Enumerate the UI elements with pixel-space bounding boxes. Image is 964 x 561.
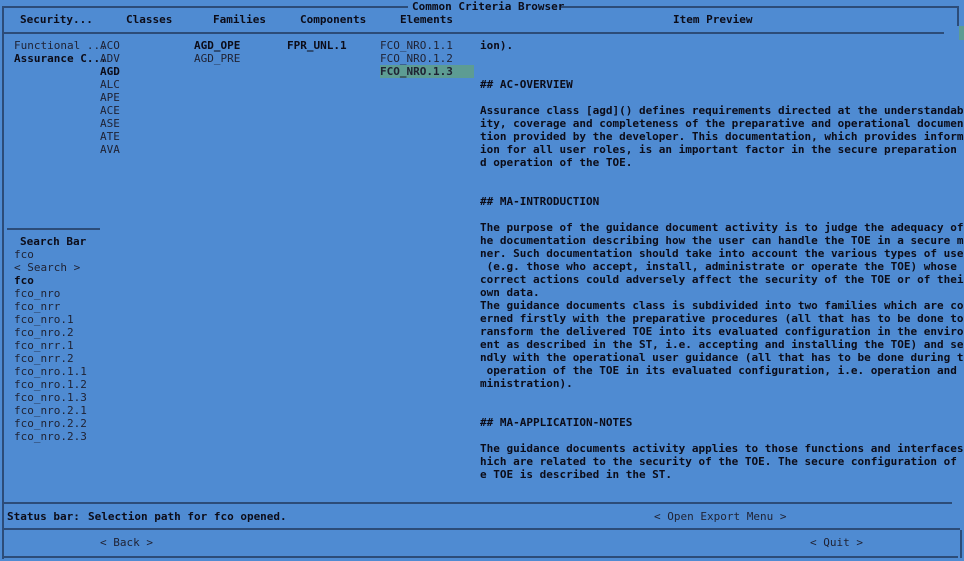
preview-line: The purpose of the guidance document act… [480,221,964,234]
search-result-item[interactable]: fco_nro.2.3 [14,430,87,443]
header-security[interactable]: Security... [20,13,93,26]
preview-line [480,208,964,221]
search-button[interactable]: < Search > [14,261,80,274]
preview-line: he documentation describing how the user… [480,234,964,247]
preview-line [480,65,964,78]
frame-right-border-bottom [960,530,962,558]
preview-line [480,182,964,195]
search-title: Search Bar [20,235,87,248]
preview-line: The guidance documents activity applies … [480,442,964,455]
security-list: Functional ... Assurance C... [14,39,107,65]
class-item[interactable]: ACE [100,104,120,117]
preview-line: (e.g. those who accept, install, adminis… [480,260,964,273]
preview-line: erned firstly with the preparative proce… [480,312,964,325]
item-preview-text: ion). ## AC-OVERVIEW Assurance class [agd]… [480,39,964,481]
preview-line: ndly with the operational user guidance … [480,351,964,364]
search-result-item[interactable]: fco_nro [14,287,87,300]
preview-line: d operation of the TOE. [480,156,633,169]
class-item[interactable]: AGD [100,65,120,78]
preview-line [480,429,964,442]
security-item[interactable]: Assurance C... [14,52,107,65]
preview-line: ion for all user roles, is an important … [480,143,964,156]
preview-line [480,91,964,104]
frame-bottom-border [2,556,958,558]
families-list: AGD_OPE AGD_PRE [194,39,240,65]
search-result-item[interactable]: fco_nro.2.2 [14,417,87,430]
search-result-item[interactable]: fco_nrr.1 [14,339,87,352]
element-item[interactable]: FCO_NRO.1.1 [380,39,474,52]
preview-line [480,403,964,416]
search-divider [7,228,100,230]
search-input[interactable]: fco [14,248,34,261]
security-item[interactable]: Functional ... [14,39,107,52]
classes-list: ACO ADV AGD ALC APE ACE ASE ATE AVA [100,39,120,156]
preview-line: e TOE is described in the ST. [480,468,673,481]
preview-line: ity, coverage and completeness of the pr… [480,117,964,130]
frame-top-border-left [2,6,408,8]
preview-heading: ## MA-APPLICATION-NOTES [480,416,633,429]
class-item[interactable]: ASE [100,117,120,130]
back-button[interactable]: < Back > [100,536,153,549]
quit-button[interactable]: < Quit > [810,536,863,549]
class-item[interactable]: ATE [100,130,120,143]
search-result-item[interactable]: fco_nro.1 [14,313,87,326]
preview-line: ministration). [480,377,573,390]
search-result-item[interactable]: fco [14,274,87,287]
frame-left-border [2,6,4,559]
family-item[interactable]: AGD_PRE [194,52,240,65]
header-divider [4,32,944,34]
search-results-list: fco fco_nro fco_nrr fco_nro.1 fco_nro.2 fco_n… [14,274,87,443]
preview-line: operation of the TOE in its evaluated co… [480,364,964,377]
search-result-item[interactable]: fco_nro.2.1 [14,404,87,417]
status-message: Selection path for fco opened. [88,510,287,523]
status-divider-top [4,502,952,504]
preview-line [480,52,964,65]
preview-line: own data. [480,286,540,299]
component-item[interactable]: FPR_UNL.1 [287,39,347,52]
preview-scrollbar[interactable] [959,26,964,40]
status-divider-bottom [4,528,960,530]
preview-line: correct actions could adversely affect t… [480,273,964,286]
status-label: Status bar: [7,510,80,523]
search-result-item[interactable]: fco_nro.1.2 [14,378,87,391]
open-export-menu-button[interactable]: < Open Export Menu > [654,510,786,523]
class-item[interactable]: ADV [100,52,120,65]
element-item[interactable]: FCO_NRO.1.2 [380,52,474,65]
preview-line: ion). [480,39,514,52]
preview-line: tion provided by the developer. This doc… [480,130,964,143]
search-result-item[interactable]: fco_nro.1.3 [14,391,87,404]
frame-top-border-right [561,6,958,8]
components-list: FPR_UNL.1 [287,39,347,52]
header-elements[interactable]: Elements [400,13,453,26]
header-preview: Item Preview [673,13,753,26]
header-components[interactable]: Components [300,13,366,26]
preview-line [480,169,964,182]
preview-line: hich are related to the security of the … [480,455,964,468]
preview-line: The guidance documents class is subdivid… [480,299,964,312]
preview-heading: ## MA-INTRODUCTION [480,195,600,208]
search-result-item[interactable]: fco_nrr [14,300,87,313]
search-result-item[interactable]: fco_nro.1.1 [14,365,87,378]
elements-list: FCO_NRO.1.1 FCO_NRO.1.2 FCO_NRO.1.3 [380,39,474,78]
header-families[interactable]: Families [213,13,266,26]
preview-line: ransform the delivered TOE into its eval… [480,325,964,338]
preview-heading: ## AC-OVERVIEW [480,78,573,91]
class-item[interactable]: ACO [100,39,120,52]
search-result-item[interactable]: fco_nro.2 [14,326,87,339]
preview-line: ent as described in the ST, i.e. accepti… [480,338,964,351]
preview-line: Assurance class [agd]() defines requirem… [480,104,964,117]
class-item[interactable]: ALC [100,78,120,91]
preview-line [480,390,964,403]
frame-right-border [957,6,959,26]
search-result-item[interactable]: fco_nrr.2 [14,352,87,365]
element-item[interactable]: FCO_NRO.1.3 [380,65,474,78]
class-item[interactable]: APE [100,91,120,104]
preview-line: ner. Such documentation should take into… [480,247,964,260]
window-title: Common Criteria Browser [412,0,565,13]
class-item[interactable]: AVA [100,143,120,156]
family-item[interactable]: AGD_OPE [194,39,240,52]
header-classes[interactable]: Classes [126,13,172,26]
